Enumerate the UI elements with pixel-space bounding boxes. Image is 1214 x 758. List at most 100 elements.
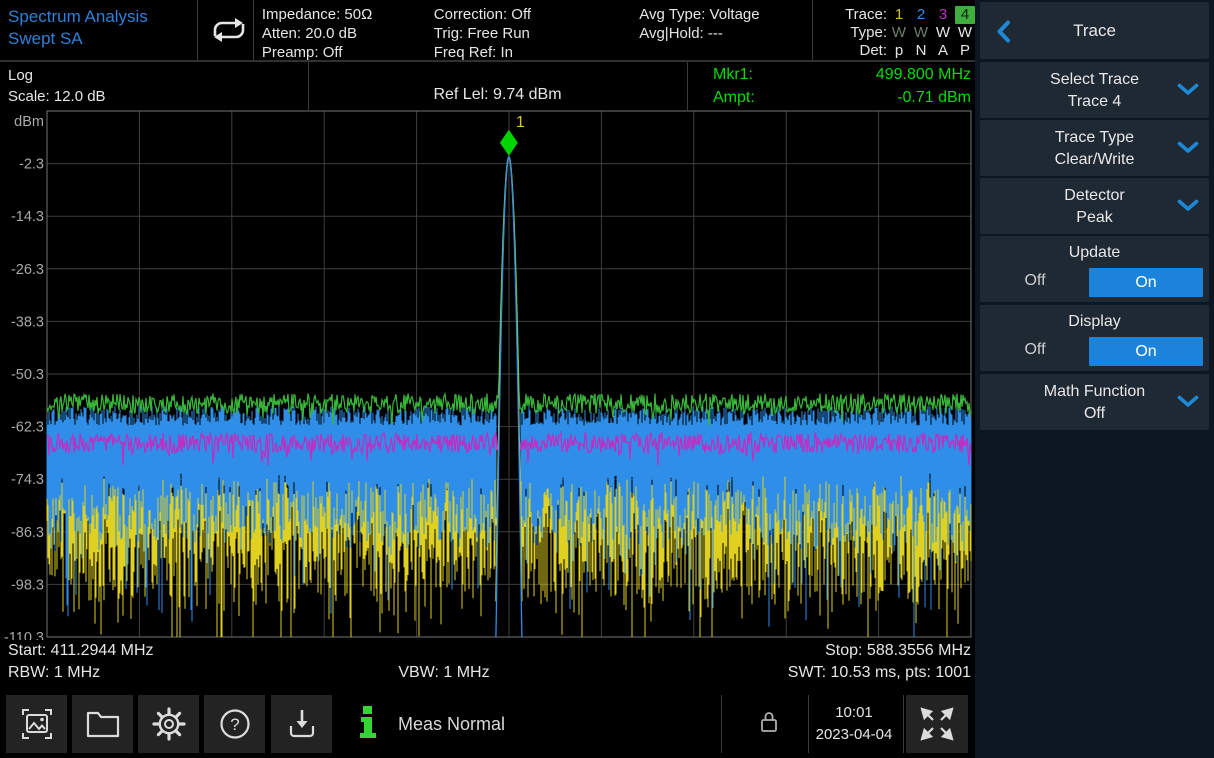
impedance-readout: Impedance: 50Ω bbox=[262, 5, 426, 24]
ref-level-readout[interactable]: Ref Lel: 9.74 dBm bbox=[308, 86, 687, 104]
screenshot-icon bbox=[17, 704, 57, 744]
trace1-det: p bbox=[889, 42, 909, 60]
vbw-readout[interactable]: VBW: 1 MHz bbox=[100, 664, 788, 682]
marker-freq-value: 499.800 MHz bbox=[753, 63, 971, 86]
trace3-det: A bbox=[933, 42, 953, 60]
save-icon bbox=[282, 704, 322, 744]
input-settings-group: Impedance: 50Ω Atten: 20.0 dB Preamp: Of… bbox=[254, 0, 426, 60]
math-function-value: Off bbox=[980, 403, 1209, 425]
swt-readout[interactable]: SWT: 10.53 ms, pts: 1001 bbox=[788, 664, 971, 682]
svg-text:-86.3: -86.3 bbox=[11, 525, 44, 541]
spectrum-plot-area[interactable]: dBm-2.3-14.3-26.3-38.3-50.3-62.3-74.3-86… bbox=[0, 110, 975, 640]
svg-text:dBm: dBm bbox=[14, 114, 44, 130]
spectrum-plot: dBm-2.3-14.3-26.3-38.3-50.3-62.3-74.3-86… bbox=[0, 110, 975, 640]
panel-header[interactable]: Trace bbox=[980, 2, 1209, 59]
trace2-number[interactable]: 2 bbox=[911, 6, 931, 24]
top-status-bar: Spectrum Analysis Swept SA Impedance: 50… bbox=[0, 0, 975, 62]
update-off-option[interactable]: Off bbox=[980, 272, 1090, 290]
sweep-annotation-bar: Start: 411.2944 MHz Stop: 588.3556 MHz R… bbox=[0, 640, 975, 690]
select-trace-button[interactable]: Select Trace Trace 4 bbox=[980, 62, 1209, 118]
trace-type-button[interactable]: Trace Type Clear/Write bbox=[980, 120, 1209, 176]
trace-type-value: Clear/Write bbox=[980, 149, 1209, 171]
help-icon: ? bbox=[215, 704, 255, 744]
display-off-option[interactable]: Off bbox=[980, 341, 1090, 359]
detector-label: Detector bbox=[980, 185, 1209, 207]
app-title-line1: Spectrum Analysis bbox=[8, 6, 197, 28]
start-freq-readout[interactable]: Start: 411.2944 MHz bbox=[8, 642, 154, 660]
info-icon bbox=[358, 704, 378, 740]
meas-mode-label: Meas Normal bbox=[398, 690, 505, 758]
trace1-type: W bbox=[889, 24, 909, 42]
time-readout: 10:01 bbox=[805, 702, 903, 724]
svg-text:-110.3: -110.3 bbox=[4, 630, 44, 640]
rbw-readout[interactable]: RBW: 1 MHz bbox=[8, 664, 100, 682]
scale-readout[interactable]: Log Scale: 12.0 dB bbox=[8, 65, 106, 107]
file-browser-button[interactable] bbox=[72, 695, 133, 753]
bottom-toolbar: ? Meas Normal 10:0 bbox=[0, 690, 975, 758]
spectrum-analyzer-screen: Spectrum Analysis Swept SA Impedance: 50… bbox=[0, 0, 1214, 758]
math-function-label: Math Function bbox=[980, 381, 1209, 403]
marker-readout[interactable]: Mkr1: 499.800 MHz Ampt: -0.71 dBm bbox=[687, 63, 971, 109]
svg-text:-14.3: -14.3 bbox=[11, 209, 44, 225]
svg-text:-98.3: -98.3 bbox=[11, 577, 44, 593]
svg-text:-38.3: -38.3 bbox=[11, 314, 44, 330]
svg-text:-74.3: -74.3 bbox=[11, 472, 44, 488]
svg-text:-50.3: -50.3 bbox=[11, 367, 44, 383]
update-toggle[interactable]: Update Off On bbox=[980, 236, 1209, 302]
trace2-det: N bbox=[911, 42, 931, 60]
marker-1-label: 1 bbox=[516, 114, 525, 131]
display-toggle[interactable]: Display Off On bbox=[980, 305, 1209, 371]
avg-type-readout: Avg Type: Voltage bbox=[639, 5, 812, 24]
trace-menu-panel: Trace Select Trace Trace 4 Trace Type Cl… bbox=[975, 0, 1214, 758]
select-trace-label: Select Trace bbox=[980, 69, 1209, 91]
scale-mode: Log bbox=[8, 65, 106, 86]
trace-row-label: Trace: bbox=[813, 6, 887, 24]
detector-button[interactable]: Detector Peak bbox=[980, 178, 1209, 234]
trace-type-label: Trace Type bbox=[980, 127, 1209, 149]
math-function-button[interactable]: Math Function Off bbox=[980, 374, 1209, 430]
fullscreen-icon bbox=[917, 704, 957, 744]
trace2-type: W bbox=[911, 24, 931, 42]
trig-readout: Trig: Free Run bbox=[434, 24, 631, 43]
toolbar-divider-3 bbox=[903, 695, 904, 753]
marker-1-diamond[interactable] bbox=[500, 130, 518, 156]
trace1-number[interactable]: 1 bbox=[889, 6, 909, 24]
screenshot-button[interactable] bbox=[6, 695, 67, 753]
chevron-down-icon bbox=[1177, 199, 1199, 212]
app-title-line2: Swept SA bbox=[8, 28, 197, 50]
trace-status-table[interactable]: Trace: 1 2 3 4 Type: W W W W Det: p N bbox=[812, 0, 975, 60]
date-readout: 2023-04-04 bbox=[805, 724, 903, 746]
avg-hold-readout: Avg|Hold: --- bbox=[639, 24, 812, 43]
settings-button[interactable] bbox=[138, 695, 199, 753]
trace3-number[interactable]: 3 bbox=[933, 6, 953, 24]
app-title: Spectrum Analysis Swept SA bbox=[0, 0, 198, 60]
trace4-number-selected[interactable]: 4 bbox=[955, 6, 975, 24]
update-on-option[interactable]: On bbox=[1089, 268, 1203, 297]
main-area: Spectrum Analysis Swept SA Impedance: 50… bbox=[0, 0, 975, 758]
help-button[interactable]: ? bbox=[204, 695, 265, 753]
trace4-type: W bbox=[955, 24, 975, 42]
clock-display[interactable]: 10:01 2023-04-04 bbox=[805, 702, 903, 746]
chevron-down-icon bbox=[1177, 141, 1199, 154]
folder-icon bbox=[83, 704, 123, 744]
average-settings-group: Avg Type: Voltage Avg|Hold: --- bbox=[631, 0, 812, 60]
chevron-down-icon bbox=[1177, 83, 1199, 96]
continuous-sweep-icon bbox=[202, 10, 248, 50]
display-on-option[interactable]: On bbox=[1089, 337, 1203, 366]
fullscreen-button[interactable] bbox=[906, 695, 968, 753]
stop-freq-readout[interactable]: Stop: 588.3556 MHz bbox=[825, 642, 971, 660]
continuous-sweep-button[interactable] bbox=[198, 0, 254, 60]
gear-icon bbox=[149, 704, 189, 744]
svg-text:?: ? bbox=[230, 715, 239, 734]
trace3-type: W bbox=[933, 24, 953, 42]
preamp-readout: Preamp: Off bbox=[262, 43, 426, 62]
back-chevron-icon[interactable] bbox=[996, 20, 1011, 43]
save-button[interactable] bbox=[271, 695, 332, 753]
det-row-label: Det: bbox=[813, 42, 887, 60]
svg-text:-26.3: -26.3 bbox=[11, 262, 44, 278]
marker-freq-label: Mkr1: bbox=[713, 63, 753, 86]
toolbar-divider-1 bbox=[721, 695, 722, 753]
lock-icon[interactable] bbox=[757, 710, 781, 736]
detector-value: Peak bbox=[980, 207, 1209, 229]
type-row-label: Type: bbox=[813, 24, 887, 42]
